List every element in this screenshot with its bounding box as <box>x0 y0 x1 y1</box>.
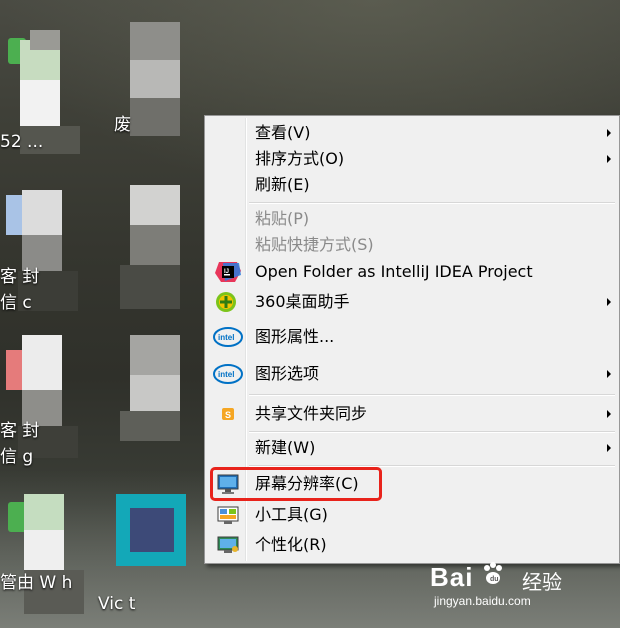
menu-item-label: 新建(W) <box>255 438 316 457</box>
desktop-icon-label-3a: 客 封 <box>0 267 40 287</box>
menu-item-refresh[interactable]: 刷新(E) <box>207 172 617 198</box>
svg-text:S: S <box>225 410 231 420</box>
menu-item-graphics-properties[interactable]: intel 图形属性... <box>207 324 617 350</box>
svg-text:intel: intel <box>218 370 234 379</box>
desktop-icon-7[interactable] <box>0 490 90 620</box>
watermark-brand: Bai <box>430 562 474 592</box>
submenu-arrow-icon <box>607 370 611 378</box>
menu-item-sort[interactable]: 排序方式(O) <box>207 146 617 172</box>
highlight-annotation-box <box>210 467 382 501</box>
menu-item-label: 查看(V) <box>255 123 311 142</box>
desktop-icon-label-3b: 信 c <box>0 293 32 313</box>
desktop-icon-label-2: 废 <box>114 115 131 135</box>
submenu-arrow-icon <box>607 129 611 137</box>
menu-item-360-assistant[interactable]: 360桌面助手 <box>207 289 617 315</box>
desktop-icon-6[interactable] <box>114 335 188 445</box>
menu-item-new[interactable]: 新建(W) <box>207 435 617 461</box>
menu-item-paste[interactable]: 粘贴(P) <box>207 206 617 232</box>
desktop-icon-4[interactable] <box>114 185 188 315</box>
menu-item-label: 个性化(R) <box>255 535 327 554</box>
menu-item-label: 360桌面助手 <box>255 292 350 311</box>
gadgets-icon <box>213 504 243 526</box>
menu-item-personalize[interactable]: 个性化(R) <box>207 532 617 558</box>
watermark-brand-cn: 经验 <box>522 570 562 594</box>
menu-separator <box>249 202 615 204</box>
watermark-url: jingyan.baidu.com <box>434 594 531 608</box>
menu-item-label: 共享文件夹同步 <box>255 404 368 423</box>
menu-item-label: 粘贴(P) <box>255 209 310 228</box>
share-sync-icon: S <box>213 403 243 425</box>
baidu-paw-icon: du <box>484 562 502 584</box>
menu-item-label: 排序方式(O) <box>255 149 345 168</box>
desktop-icon-8[interactable] <box>110 492 190 572</box>
svg-text:du: du <box>490 576 499 583</box>
svg-text:intel: intel <box>218 333 234 342</box>
menu-item-label: 图形属性... <box>255 327 335 346</box>
menu-item-label: 粘贴快捷方式(S) <box>255 235 374 254</box>
submenu-arrow-icon <box>607 444 611 452</box>
menu-item-label: 图形选项 <box>255 364 320 383</box>
360-plus-icon <box>213 291 243 313</box>
menu-item-view[interactable]: 查看(V) <box>207 120 617 146</box>
menu-item-open-intellij[interactable]: IJ Open Folder as IntelliJ IDEA Project <box>207 259 617 285</box>
submenu-arrow-icon <box>607 155 611 163</box>
personalize-icon <box>213 534 243 556</box>
desktop-icon-label-7a: 管由 W h <box>0 573 73 593</box>
desktop-icon-label-5b: 信 g <box>0 447 34 467</box>
intel-icon: intel <box>213 326 243 348</box>
menu-item-label: Open Folder as IntelliJ IDEA Project <box>255 262 533 281</box>
menu-item-paste-shortcut[interactable]: 粘贴快捷方式(S) <box>207 232 617 258</box>
baidu-jingyan-watermark: du Bai 经验 jingyan.baidu.com <box>430 562 580 612</box>
desktop-icon-label-1: 52 ... <box>0 132 44 152</box>
menu-item-label: 刷新(E) <box>255 175 310 194</box>
intel-icon: intel <box>213 363 243 385</box>
svg-text:IJ: IJ <box>224 269 229 275</box>
desktop-icon-label-5a: 客 封 <box>0 421 40 441</box>
submenu-arrow-icon <box>607 298 611 306</box>
menu-separator <box>249 431 615 433</box>
intellij-icon: IJ <box>213 261 243 283</box>
menu-item-label: 小工具(G) <box>255 505 328 524</box>
menu-item-share-sync[interactable]: S 共享文件夹同步 <box>207 401 617 427</box>
submenu-arrow-icon <box>607 410 611 418</box>
desktop-icon-label-8: Vic t <box>98 594 136 614</box>
menu-item-graphics-options[interactable]: intel 图形选项 <box>207 361 617 387</box>
menu-item-gadgets[interactable]: 小工具(G) <box>207 502 617 528</box>
menu-separator <box>249 394 615 396</box>
